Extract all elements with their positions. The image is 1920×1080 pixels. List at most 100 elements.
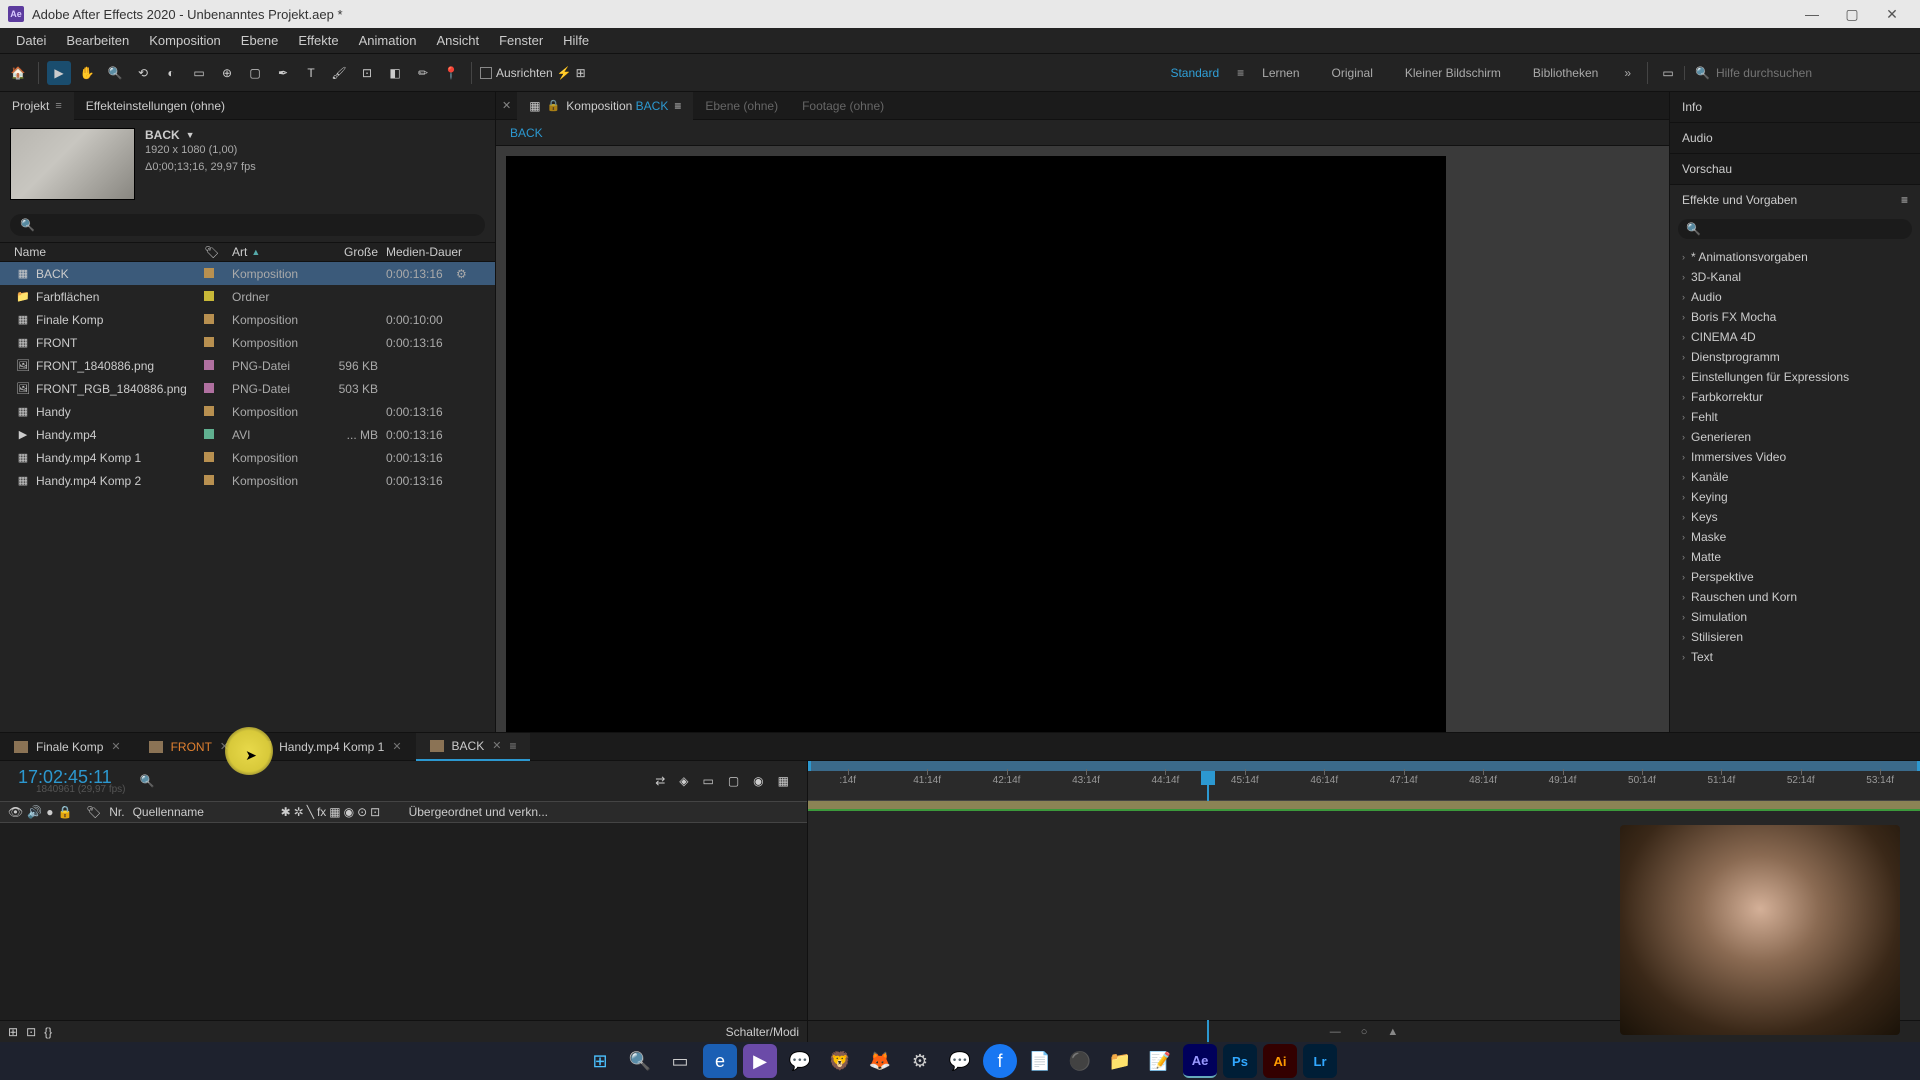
- lock-icon[interactable]: 🔒: [547, 99, 561, 112]
- tab-menu-icon[interactable]: ≡: [55, 100, 61, 112]
- workspace-bibliotheken[interactable]: Bibliotheken: [1519, 66, 1612, 80]
- project-item[interactable]: ▦ Handy Komposition 0:00:13:16: [0, 400, 495, 423]
- pen-tool-icon[interactable]: ✒: [271, 61, 295, 85]
- tab-menu-icon[interactable]: ≡: [509, 739, 516, 753]
- col-art[interactable]: Art▲: [232, 245, 320, 259]
- switch-icon[interactable]: fx: [317, 805, 326, 819]
- effects-category[interactable]: ›3D-Kanal: [1670, 267, 1920, 287]
- taskbar-messenger-icon[interactable]: 💬: [943, 1044, 977, 1078]
- taskbar-search-icon[interactable]: 🔍: [623, 1044, 657, 1078]
- close-button[interactable]: ✕: [1872, 0, 1912, 28]
- project-item[interactable]: 📁 Farbflächen Ordner: [0, 285, 495, 308]
- hide-shy-icon[interactable]: ▭: [702, 774, 713, 788]
- work-area-bar[interactable]: [808, 761, 1920, 771]
- toggle-switches-icon[interactable]: ⊞: [8, 1025, 18, 1039]
- item-color-swatch[interactable]: [204, 359, 232, 373]
- col-quellenname[interactable]: Quellenname: [133, 805, 273, 819]
- switch-icon[interactable]: ✲: [294, 805, 304, 819]
- switches-modes-label[interactable]: Schalter/Modi: [726, 1025, 799, 1039]
- taskbar-start-icon[interactable]: ⊞: [583, 1044, 617, 1078]
- eraser-tool-icon[interactable]: ◧: [383, 61, 407, 85]
- minimize-button[interactable]: —: [1792, 0, 1832, 28]
- col-nr[interactable]: Nr.: [109, 805, 124, 819]
- taskbar-edge-icon[interactable]: e: [703, 1044, 737, 1078]
- taskbar-notepad-icon[interactable]: 📝: [1143, 1044, 1177, 1078]
- dropdown-icon[interactable]: ▼: [186, 130, 195, 140]
- effects-category[interactable]: ›Boris FX Mocha: [1670, 307, 1920, 327]
- menu-datei[interactable]: Datei: [6, 28, 56, 54]
- taskbar-lightroom-icon[interactable]: Lr: [1303, 1044, 1337, 1078]
- project-item[interactable]: 🖼 FRONT_1840886.png PNG-Datei 596 KB: [0, 354, 495, 377]
- effects-category[interactable]: ›Stilisieren: [1670, 627, 1920, 647]
- project-item[interactable]: ▦ Handy.mp4 Komp 2 Komposition 0:00:13:1…: [0, 469, 495, 492]
- taskbar-brave-icon[interactable]: 🦁: [823, 1044, 857, 1078]
- effects-search[interactable]: 🔍: [1678, 219, 1912, 239]
- switch-icon[interactable]: ▦: [329, 805, 340, 819]
- shape-tool-icon[interactable]: ▢: [243, 61, 267, 85]
- workspace-more-icon[interactable]: »: [1616, 66, 1639, 80]
- panel-audio[interactable]: Audio: [1670, 123, 1920, 153]
- motion-blur-icon[interactable]: ◉: [753, 774, 763, 788]
- help-search-input[interactable]: [1716, 66, 1914, 80]
- item-color-swatch[interactable]: [204, 290, 232, 304]
- project-item[interactable]: ▦ BACK Komposition 0:00:13:16 ⚙: [0, 262, 495, 285]
- col-name[interactable]: Name: [14, 245, 204, 259]
- effects-category[interactable]: ›Einstellungen für Expressions: [1670, 367, 1920, 387]
- pan-behind-tool-icon[interactable]: ⊕: [215, 61, 239, 85]
- project-search[interactable]: 🔍: [10, 214, 485, 236]
- taskbar-photoshop-icon[interactable]: Ps: [1223, 1044, 1257, 1078]
- taskbar-explorer-icon[interactable]: 📁: [1103, 1044, 1137, 1078]
- taskbar-whatsapp-icon[interactable]: 💬: [783, 1044, 817, 1078]
- menu-effekte[interactable]: Effekte: [288, 28, 348, 54]
- project-item[interactable]: ▦ FRONT Komposition 0:00:13:16: [0, 331, 495, 354]
- effects-category[interactable]: ›Immersives Video: [1670, 447, 1920, 467]
- frame-blend-icon[interactable]: ▢: [728, 774, 739, 788]
- roto-tool-icon[interactable]: ✏: [411, 61, 435, 85]
- col-dur[interactable]: Medien-Dauer: [386, 245, 466, 259]
- puppet-tool-icon[interactable]: 📍: [439, 61, 463, 85]
- menu-animation[interactable]: Animation: [349, 28, 427, 54]
- zoom-in-icon[interactable]: ▲: [1387, 1026, 1398, 1038]
- taskbar-firefox-icon[interactable]: 🦊: [863, 1044, 897, 1078]
- switch-icon[interactable]: ╲: [307, 805, 314, 819]
- menu-fenster[interactable]: Fenster: [489, 28, 553, 54]
- snap-options-icon[interactable]: ⚡: [557, 66, 572, 80]
- zoom-tool-icon[interactable]: 🔍: [103, 61, 127, 85]
- label-column-icon[interactable]: 🏷: [86, 805, 101, 819]
- effects-category[interactable]: ›Audio: [1670, 287, 1920, 307]
- timeline-ruler[interactable]: :14f41:14f42:14f43:14f44:14f45:14f46:14f…: [808, 761, 1920, 801]
- brush-tool-icon[interactable]: 🖌: [327, 61, 351, 85]
- item-color-swatch[interactable]: [204, 405, 232, 419]
- orbit-tool-icon[interactable]: ⟲: [131, 61, 155, 85]
- eye-column-icon[interactable]: 👁: [8, 805, 23, 819]
- tab-effekteinstellungen[interactable]: Effekteinstellungen (ohne): [74, 92, 237, 120]
- item-color-swatch[interactable]: [204, 336, 232, 350]
- panel-menu-icon[interactable]: ≡: [1901, 193, 1908, 207]
- taskbar-pdf-icon[interactable]: 📄: [1023, 1044, 1057, 1078]
- tab-footage[interactable]: Footage (ohne): [790, 92, 896, 120]
- effects-category[interactable]: ›Text: [1670, 647, 1920, 667]
- menu-ebene[interactable]: Ebene: [231, 28, 289, 54]
- workspace-lernen[interactable]: Lernen: [1248, 66, 1313, 80]
- tab-menu-icon[interactable]: ≡: [674, 99, 681, 113]
- workspace-standard[interactable]: Standard: [1156, 66, 1233, 80]
- rotate-tool-icon[interactable]: ◐: [159, 61, 183, 85]
- solo-column-icon[interactable]: ●: [46, 805, 53, 819]
- col-size[interactable]: Große: [320, 245, 386, 259]
- item-color-swatch[interactable]: [204, 451, 232, 465]
- selection-tool-icon[interactable]: ▶: [47, 61, 71, 85]
- tab-projekt[interactable]: Projekt ≡: [0, 92, 74, 120]
- effects-category[interactable]: ›Rauschen und Korn: [1670, 587, 1920, 607]
- snap-grid-icon[interactable]: ⊞: [576, 66, 586, 80]
- taskbar-aftereffects-icon[interactable]: Ae: [1183, 1044, 1217, 1078]
- home-icon[interactable]: 🏠: [6, 61, 30, 85]
- taskbar-taskview-icon[interactable]: ▭: [663, 1044, 697, 1078]
- workspace-menu-icon[interactable]: ≡: [1237, 66, 1244, 80]
- effects-category[interactable]: ›CINEMA 4D: [1670, 327, 1920, 347]
- hand-tool-icon[interactable]: ✋: [75, 61, 99, 85]
- menu-ansicht[interactable]: Ansicht: [426, 28, 489, 54]
- comp-tab-close-all[interactable]: ✕: [496, 92, 517, 120]
- camera-tool-icon[interactable]: ▭: [187, 61, 211, 85]
- audio-column-icon[interactable]: 🔊: [27, 805, 42, 819]
- switch-icon[interactable]: ⊙: [357, 805, 367, 819]
